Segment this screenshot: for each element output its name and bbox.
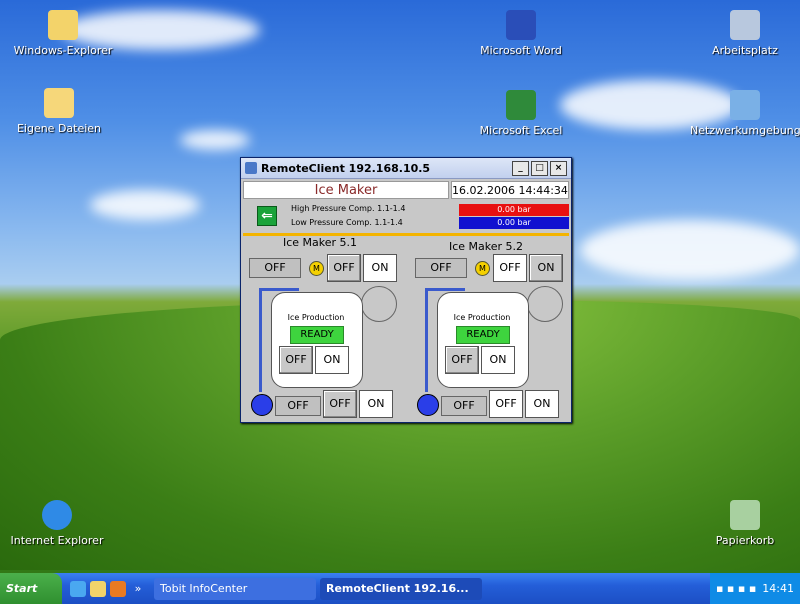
desktop-icon-label: Microsoft Excel xyxy=(479,124,563,137)
ready-status: READY xyxy=(456,326,510,344)
compressor-circle xyxy=(527,286,563,322)
word-icon xyxy=(506,10,536,40)
taskbar-item-remoteclient[interactable]: RemoteClient 192.16... xyxy=(320,577,482,600)
folder-search-icon xyxy=(48,10,78,40)
pressure-panel: ⇐ High Pressure Comp. 1.1-1.4 Low Pressu… xyxy=(243,201,569,231)
desktop-icon-label: Windows-Explorer xyxy=(13,44,113,57)
screen-title: Ice Maker xyxy=(243,181,449,199)
close-button[interactable]: × xyxy=(550,160,567,176)
back-arrow-icon[interactable]: ⇐ xyxy=(257,206,277,226)
pump-icon xyxy=(251,394,273,416)
ice-production-label: Ice Production xyxy=(287,313,345,322)
taskbar-item-label: Tobit InfoCenter xyxy=(160,581,248,595)
bottom-off-button[interactable]: OFF xyxy=(323,390,357,418)
pipe-vertical xyxy=(259,288,262,392)
top-on-button[interactable]: ON xyxy=(529,254,563,282)
maximize-button[interactable]: □ xyxy=(531,160,548,176)
unit-title: Ice Maker 5.2 xyxy=(448,240,524,253)
unit-title: Ice Maker 5.1 xyxy=(282,236,358,249)
motor-icon: M xyxy=(309,261,324,276)
cloud xyxy=(90,190,200,220)
cloud xyxy=(180,130,250,150)
low-pressure-label: Low Pressure Comp. 1.1-1.4 xyxy=(291,218,403,227)
window-titlebar[interactable]: RemoteClient 192.168.10.5 _ □ × xyxy=(241,158,571,179)
start-button[interactable]: Start xyxy=(0,573,62,604)
ice-maker-unit-1: Ice Maker 5.1 OFF M OFF ON Ice Productio… xyxy=(245,236,397,418)
desktop-icon-label: Papierkorb xyxy=(715,534,775,547)
bottom-status-field: OFF xyxy=(275,396,321,416)
pump-icon xyxy=(417,394,439,416)
internet-explorer-icon[interactable] xyxy=(70,580,86,597)
clock[interactable]: 14:41 xyxy=(762,582,794,595)
taskbar-item-label: RemoteClient 192.16... xyxy=(326,581,469,595)
top-status-field: OFF xyxy=(249,258,301,278)
mid-on-button[interactable]: ON xyxy=(315,346,349,374)
pipe-horizontal xyxy=(425,288,465,291)
top-off-button[interactable]: OFF xyxy=(327,254,361,282)
window-header: Ice Maker 16.02.2006 14:44:34 xyxy=(243,181,569,199)
ice-maker-unit-2: Ice Maker 5.2 OFF M OFF ON Ice Productio… xyxy=(411,236,563,418)
desktop-icon-label: Microsoft Word xyxy=(480,44,562,57)
mid-on-button[interactable]: ON xyxy=(481,346,515,374)
folder-icon xyxy=(44,88,74,118)
motor-icon: M xyxy=(475,261,490,276)
taskbar-item-tobit[interactable]: Tobit InfoCenter xyxy=(154,577,316,600)
desktop-icon-eigene-dateien[interactable]: Eigene Dateien xyxy=(4,88,114,135)
taskbar: Start » Tobit InfoCenter RemoteClient 19… xyxy=(0,573,800,604)
desktop-icon-arbeitsplatz[interactable]: Arbeitsplatz xyxy=(690,10,800,57)
pipe-horizontal xyxy=(259,288,299,291)
internet-explorer-icon xyxy=(42,500,72,530)
network-icon xyxy=(730,90,760,120)
desktop-icon-windows-explorer[interactable]: Windows-Explorer xyxy=(8,10,118,57)
bottom-on-button[interactable]: ON xyxy=(525,390,559,418)
remoteclient-window[interactable]: RemoteClient 192.168.10.5 _ □ × Ice Make… xyxy=(240,157,572,423)
minimize-button[interactable]: _ xyxy=(512,160,529,176)
high-pressure-label: High Pressure Comp. 1.1-1.4 xyxy=(291,204,406,213)
bottom-off-button[interactable]: OFF xyxy=(489,390,523,418)
desktop-icon-microsoft-word[interactable]: Microsoft Word xyxy=(466,10,576,57)
quick-launch: » xyxy=(70,580,146,597)
ice-production-label: Ice Production xyxy=(453,313,511,322)
computer-icon xyxy=(730,10,760,40)
compressor-circle xyxy=(361,286,397,322)
system-tray: ▪ ▪ ▪ ▪ 14:41 xyxy=(709,573,800,604)
desktop-icon-microsoft-excel[interactable]: Microsoft Excel xyxy=(466,90,576,137)
mid-off-button[interactable]: OFF xyxy=(279,346,313,374)
mid-off-button[interactable]: OFF xyxy=(445,346,479,374)
datetime-display: 16.02.2006 14:44:34 xyxy=(451,181,569,199)
desktop-icon-label: Eigene Dateien xyxy=(16,122,102,135)
top-off-button[interactable]: OFF xyxy=(493,254,527,282)
top-on-button[interactable]: ON xyxy=(363,254,397,282)
pipe-vertical xyxy=(425,288,428,392)
app-icon xyxy=(245,162,257,174)
high-pressure-value: 0.00 bar xyxy=(459,203,569,216)
folder-icon[interactable] xyxy=(90,580,106,597)
window-title: RemoteClient 192.168.10.5 xyxy=(261,161,431,175)
recycle-bin-icon xyxy=(730,500,760,530)
desktop-icon-label: Netzwerkumgebung xyxy=(690,124,800,137)
overflow-chevron-icon[interactable]: » xyxy=(130,581,146,597)
low-pressure-value: 0.00 bar xyxy=(459,216,569,229)
bottom-on-button[interactable]: ON xyxy=(359,390,393,418)
desktop-icon-internet-explorer[interactable]: Internet Explorer xyxy=(2,500,112,547)
firefox-icon[interactable] xyxy=(110,580,126,597)
ready-status: READY xyxy=(290,326,344,344)
top-status-field: OFF xyxy=(415,258,467,278)
bottom-status-field: OFF xyxy=(441,396,487,416)
desktop-icon-papierkorb[interactable]: Papierkorb xyxy=(690,500,800,547)
desktop-icon-label: Internet Explorer xyxy=(10,534,104,547)
excel-icon xyxy=(506,90,536,120)
desktop-icon-label: Arbeitsplatz xyxy=(712,44,778,57)
cloud xyxy=(580,220,800,280)
desktop-icon-netzwerkumgebung[interactable]: Netzwerkumgebung xyxy=(690,90,800,137)
tray-icons[interactable]: ▪ ▪ ▪ ▪ xyxy=(716,582,756,595)
